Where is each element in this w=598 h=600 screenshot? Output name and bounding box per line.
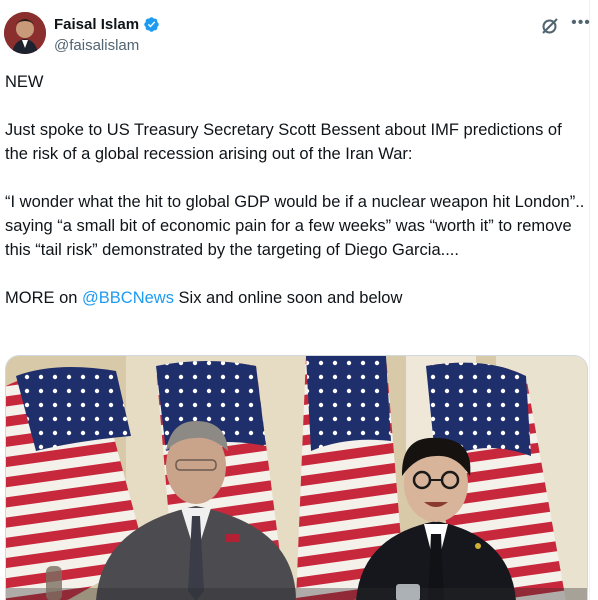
tweet-line-summary: Just spoke to US Treasury Secretary Scot… [5, 121, 562, 163]
more-options-icon[interactable]: ••• [570, 14, 592, 34]
author-display-name[interactable]: Faisal Islam [54, 16, 139, 33]
author-avatar[interactable] [4, 12, 46, 54]
tweet-header: Faisal Islam @faisalislam ••• [4, 12, 590, 60]
author-name-row: Faisal Islam [54, 16, 160, 33]
tweet-card: Faisal Islam @faisalislam ••• NEW Just s… [0, 0, 590, 600]
mention-link[interactable]: @BBCNews [82, 289, 174, 307]
press-conference-photo [6, 356, 587, 600]
tweet-line-more: MORE on @BBCNews Six and online soon and… [5, 286, 585, 310]
tweet-line-quote: “I wonder what the hit to global GDP wou… [5, 193, 585, 259]
tweet-media-image[interactable] [5, 355, 588, 600]
grok-icon[interactable] [540, 16, 560, 36]
avatar-photo [4, 12, 46, 54]
tweet-more-prefix: MORE on [5, 289, 83, 307]
author-handle[interactable]: @faisalislam [54, 37, 139, 54]
tweet-more-suffix: Six and online soon and below [173, 289, 403, 307]
tweet-text: NEW Just spoke to US Treasury Secretary … [5, 70, 585, 334]
tweet-line-new: NEW [5, 73, 44, 91]
verified-badge-icon[interactable] [143, 16, 160, 33]
